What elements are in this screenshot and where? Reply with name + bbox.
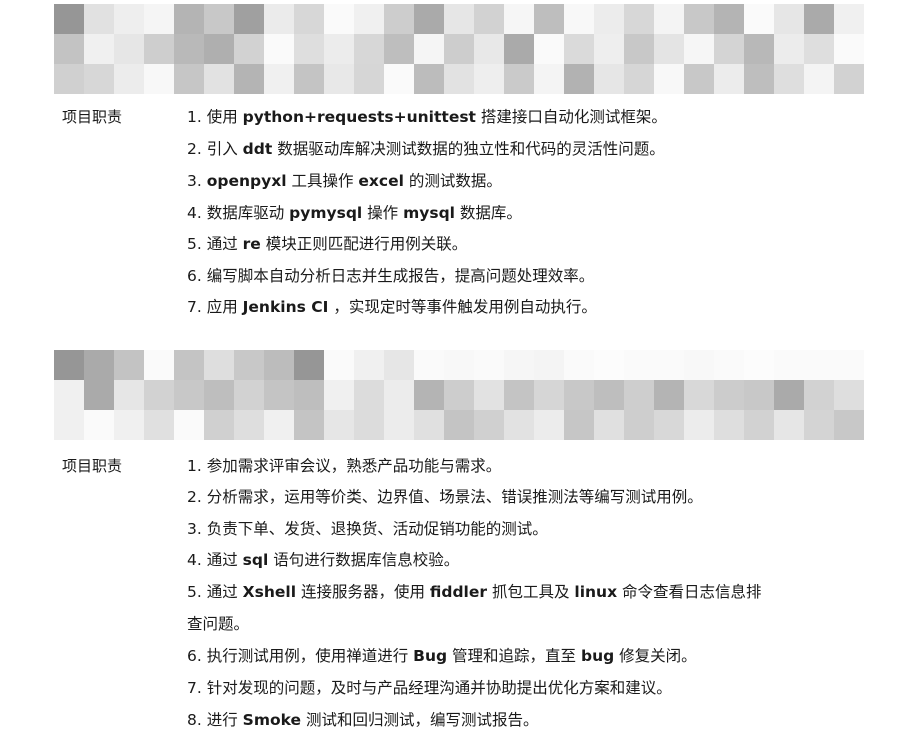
responsibility-item: 1. 参加需求评审会议，熟悉产品功能与需求。 [187,456,501,476]
keyword-bold: sql [242,551,269,569]
keyword-bold: mysql [403,204,455,222]
text-segment: 4. 数据库驱动 [187,204,290,222]
text-segment: 2. 分析需求，运用等价类、边界值、场景法、错误推测法等编写测试用例。 [187,488,703,506]
keyword-bold: re [242,235,261,253]
responsibility-item: 1. 使用 python+requests+unittest 搭建接口自动化测试… [187,107,667,127]
text-segment: 7. 应用 [187,298,243,316]
text-segment: 1. 参加需求评审会议，熟悉产品功能与需求。 [187,457,502,475]
keyword-bold: excel [358,172,404,190]
text-segment: 操作 [362,204,404,222]
text-segment: 2. 引入 [187,140,243,158]
text-segment: 8. 进行 [187,711,243,729]
text-segment: 1. 使用 [187,108,243,126]
section-label-responsibilities: 项目职责 [62,108,123,126]
text-segment: 5. 通过 [187,583,243,601]
keyword-bold: Bug [413,647,448,665]
responsibility-item: 5. 通过 re 模块正则匹配进行用例关联。 [187,234,467,254]
text-segment: 命令查看日志信息排 [617,583,762,601]
keyword-bold: python+requests+unittest [242,108,476,126]
keyword-bold: ddt [242,140,273,158]
text-segment: 工具操作 [286,172,359,190]
text-segment: 修复关闭。 [614,647,697,665]
text-segment: 管理和追踪，直至 [447,647,581,665]
responsibility-item: 2. 分析需求，运用等价类、边界值、场景法、错误推测法等编写测试用例。 [187,487,703,507]
responsibility-item: 3. 负责下单、发货、退换货、活动促销功能的测试。 [187,519,548,539]
responsibility-item: 2. 引入 ddt 数据驱动库解决测试数据的独立性和代码的灵活性问题。 [187,139,665,159]
responsibility-item: 7. 应用 Jenkins CI ，实现定时等事件触发用例自动执行。 [187,297,597,317]
text-segment: 查问题。 [187,615,250,633]
text-segment: 测试和回归测试，编写测试报告。 [301,711,539,729]
responsibility-item: 8. 进行 Smoke 测试和回归测试，编写测试报告。 [187,710,538,730]
keyword-bold: Smoke [242,711,302,729]
text-segment: 5. 通过 [187,235,243,253]
responsibility-item: 4. 数据库驱动 pymysql 操作 mysql 数据库。 [187,203,522,223]
keyword-bold: pymysql [289,204,363,222]
responsibility-item: 3. openpyxl 工具操作 excel 的测试数据。 [187,171,502,191]
keyword-bold: bug [580,647,615,665]
text-segment: 语句进行数据库信息校验。 [268,551,460,569]
text-segment: ，实现定时等事件触发用例自动执行。 [328,298,597,316]
keyword-bold: Xshell [242,583,297,601]
text-segment: 3. 负责下单、发货、退换货、活动促销功能的测试。 [187,520,548,538]
text-segment: 4. 通过 [187,551,243,569]
redacted-project-header-1 [54,4,864,94]
text-segment: 连接服务器，使用 [296,583,430,601]
keyword-bold: openpyxl [206,172,287,190]
section-label-responsibilities: 项目职责 [62,457,123,475]
keyword-bold: fiddler [429,583,488,601]
text-segment: 搭建接口自动化测试框架。 [475,108,667,126]
responsibility-item: 6. 编写脚本自动分析日志并生成报告，提高问题处理效率。 [187,266,594,286]
text-segment: 的测试数据。 [403,172,502,190]
text-segment: 抓包工具及 [487,583,575,601]
text-segment: 模块正则匹配进行用例关联。 [260,235,468,253]
redacted-project-header-2 [54,350,864,440]
keyword-bold: linux [574,583,618,601]
responsibility-item: 查问题。 [187,614,249,634]
text-segment: 6. 执行测试用例，使用禅道进行 [187,647,414,665]
text-segment: 6. 编写脚本自动分析日志并生成报告，提高问题处理效率。 [187,267,595,285]
responsibility-item: 4. 通过 sql 语句进行数据库信息校验。 [187,550,459,570]
text-segment: 3. [187,172,207,190]
text-segment: 数据库。 [455,204,522,222]
responsibility-item: 6. 执行测试用例，使用禅道进行 Bug 管理和追踪，直至 bug 修复关闭。 [187,646,697,666]
responsibility-item: 5. 通过 Xshell 连接服务器，使用 fiddler 抓包工具及 linu… [187,582,762,602]
keyword-bold: Jenkins CI [242,298,329,316]
responsibility-item: 7. 针对发现的问题，及时与产品经理沟通并协助提出优化方案和建议。 [187,678,672,698]
text-segment: 数据驱动库解决测试数据的独立性和代码的灵活性问题。 [272,140,665,158]
text-segment: 7. 针对发现的问题，及时与产品经理沟通并协助提出优化方案和建议。 [187,679,672,697]
